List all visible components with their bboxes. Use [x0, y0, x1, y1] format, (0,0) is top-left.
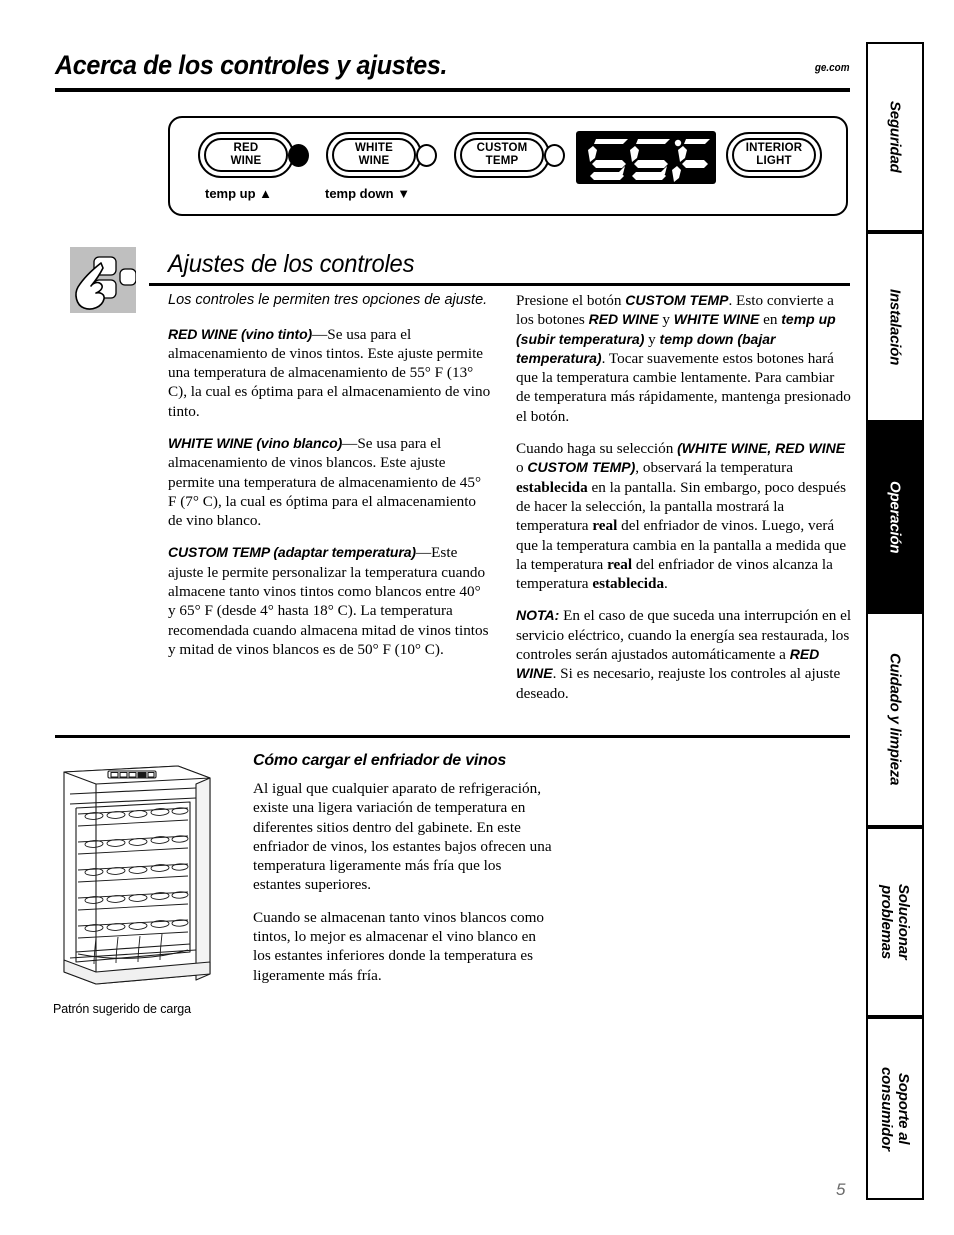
white-wine-run-head: WHITE WINE (vino blanco) [168, 434, 343, 451]
sidebar-tab-seguridad-label: Seguridad [886, 101, 904, 173]
interior-light-button[interactable]: INTERIOR LIGHT [726, 132, 822, 178]
illustration-caption: Patrón sugerido de carga [53, 1002, 191, 1016]
sidebar-tab-cuidado-y-limpieza-label: Cuidado y limpieza [886, 653, 904, 786]
temperature-display [576, 131, 716, 184]
custom-temp-description: CUSTOM TEMP (adaptar temperatura)—Este a… [168, 543, 492, 659]
sidebar-tab-cuidado-y-limpieza[interactable]: Cuidado y limpieza [866, 612, 924, 827]
sidebar-tab-instalacion[interactable]: Instalación [866, 232, 924, 422]
seven-segment-display-icon [588, 139, 710, 182]
p1-seg-b: CUSTOM TEMP [625, 292, 729, 308]
white-wine-indicator-icon [416, 144, 437, 167]
page-header: Acerca de los controles y ajustes. ge.co… [55, 50, 850, 81]
sidebar-tab-operacion[interactable]: Operación [866, 422, 924, 612]
white-wine-button[interactable]: WHITE WINE [326, 132, 422, 178]
custom-temp-button[interactable]: CUSTOM TEMP [454, 132, 550, 178]
white-wine-button-label: WHITE WINE [328, 142, 420, 168]
custom-temp-label-line2: TEMP [485, 155, 519, 167]
note-seg-c: . Si es necesario, reajuste los controle… [516, 665, 841, 702]
p2-seg-b: (WHITE WINE, RED WINE [677, 440, 846, 457]
custom-temp-run-head: CUSTOM TEMP (adaptar temperatura) [168, 544, 416, 561]
left-text-column: Los controles le permiten tres opciones … [168, 291, 492, 672]
p2-seg-j: real [607, 555, 633, 573]
header-divider [55, 88, 850, 92]
white-wine-description: WHITE WINE (vino blanco)—Se usa para el … [168, 434, 492, 530]
p2-seg-h: real [592, 517, 618, 535]
p2-seg-f: establecida [516, 478, 588, 496]
white-wine-label-line2: WINE [358, 155, 390, 167]
p1-seg-a: Presione el botón [516, 292, 626, 309]
temp-down-label: temp down ▼ [325, 186, 411, 201]
document-page: Acerca de los controles y ajustes. ge.co… [0, 0, 954, 1235]
sidebar-tab-soporte-al-consumidor-label: Soporte al consumidor [878, 1066, 912, 1151]
red-wine-button[interactable]: RED WINE [198, 132, 294, 178]
p1-seg-d: RED WINE [588, 311, 659, 328]
red-wine-label-line1: RED [233, 142, 259, 154]
brand-url: ge.com [815, 62, 850, 74]
loading-paragraph-2: Cuando se almacenan tanto vinos blancos … [253, 908, 545, 984]
red-wine-indicator-icon [288, 144, 309, 167]
red-wine-label-line2: WINE [230, 155, 262, 167]
page-number: 5 [836, 1180, 846, 1199]
p2-seg-m: . [664, 575, 668, 593]
sidebar-tab-seguridad[interactable]: Seguridad [866, 42, 924, 232]
p1-seg-e: y [658, 311, 674, 329]
page-title: Acerca de los controles y ajustes. [55, 50, 448, 80]
sidebar-tab-instalacion-label: Instalación [886, 288, 904, 366]
custom-temp-usage-paragraph: Presione el botón CUSTOM TEMP. Esto conv… [516, 291, 852, 426]
custom-temp-label-line1: CUSTOM [476, 142, 528, 154]
p1-seg-i: y [644, 330, 660, 348]
p1-seg-g: en [759, 311, 782, 329]
interior-light-label-line2: LIGHT [756, 155, 792, 167]
white-wine-label-line1: WHITE [354, 142, 394, 154]
red-wine-run-head: RED WINE (vino tinto) [168, 325, 313, 342]
custom-temp-button-label: CUSTOM TEMP [456, 142, 548, 168]
sidebar-tab-operacion-label: Operación [886, 480, 904, 554]
p2-seg-l: establecida [592, 575, 665, 593]
note-label: NOTA: [516, 607, 560, 624]
custom-temp-description-body: —Este ajuste le permite personalizar la … [168, 544, 489, 658]
red-wine-button-label: RED WINE [200, 142, 292, 168]
loading-paragraph-1: Al igual que cualquier aparato de refrig… [253, 780, 552, 894]
interior-light-button-label: INTERIOR LIGHT [728, 142, 820, 168]
p2-seg-a: Cuando haga su selección [516, 440, 678, 458]
section-title: Ajustes de los controles [168, 250, 415, 278]
red-wine-description: RED WINE (vino tinto)—Se usa para el alm… [168, 325, 492, 421]
selection-display-paragraph: Cuando haga su selección (WHITE WINE, RE… [516, 439, 852, 593]
right-text-column: Presione el botón CUSTOM TEMP. Esto conv… [516, 291, 852, 716]
p1-seg-f: WHITE WINE [673, 311, 760, 328]
section-divider [149, 283, 850, 286]
section-tab-sidebar: Seguridad Instalación Operación Cuidado … [866, 42, 924, 1200]
temp-up-label: temp up ▲ [205, 186, 273, 201]
wine-cooler-illustration [50, 752, 230, 1002]
control-panel-illustration: RED WINE temp up ▲ WHITE WINE temp down … [168, 116, 848, 216]
sidebar-tab-solucionar-problemas-label: Solucionar problemas [878, 884, 912, 960]
hand-pressing-buttons-icon [70, 247, 136, 313]
custom-temp-indicator-icon [544, 144, 565, 167]
sidebar-tab-solucionar-problemas[interactable]: Solucionar problemas [866, 827, 924, 1017]
interior-light-label-line1: INTERIOR [745, 142, 803, 154]
loading-text-column: Cómo cargar el enfriador de vinos Al igu… [253, 752, 553, 998]
sidebar-tab-soporte-al-consumidor[interactable]: Soporte al consumidor [866, 1017, 924, 1200]
note-paragraph: NOTA: En el caso de que suceda una inter… [516, 606, 852, 702]
bottom-section-divider [55, 735, 850, 738]
bottom-section-title: Cómo cargar el enfriador de vinos [253, 752, 507, 769]
p2-seg-d: CUSTOM TEMP) [527, 459, 636, 476]
p2-seg-c: o [516, 459, 528, 477]
intro-paragraph: Los controles le permiten tres opciones … [168, 292, 488, 308]
p2-seg-e: , observará la temperatura [635, 459, 793, 477]
